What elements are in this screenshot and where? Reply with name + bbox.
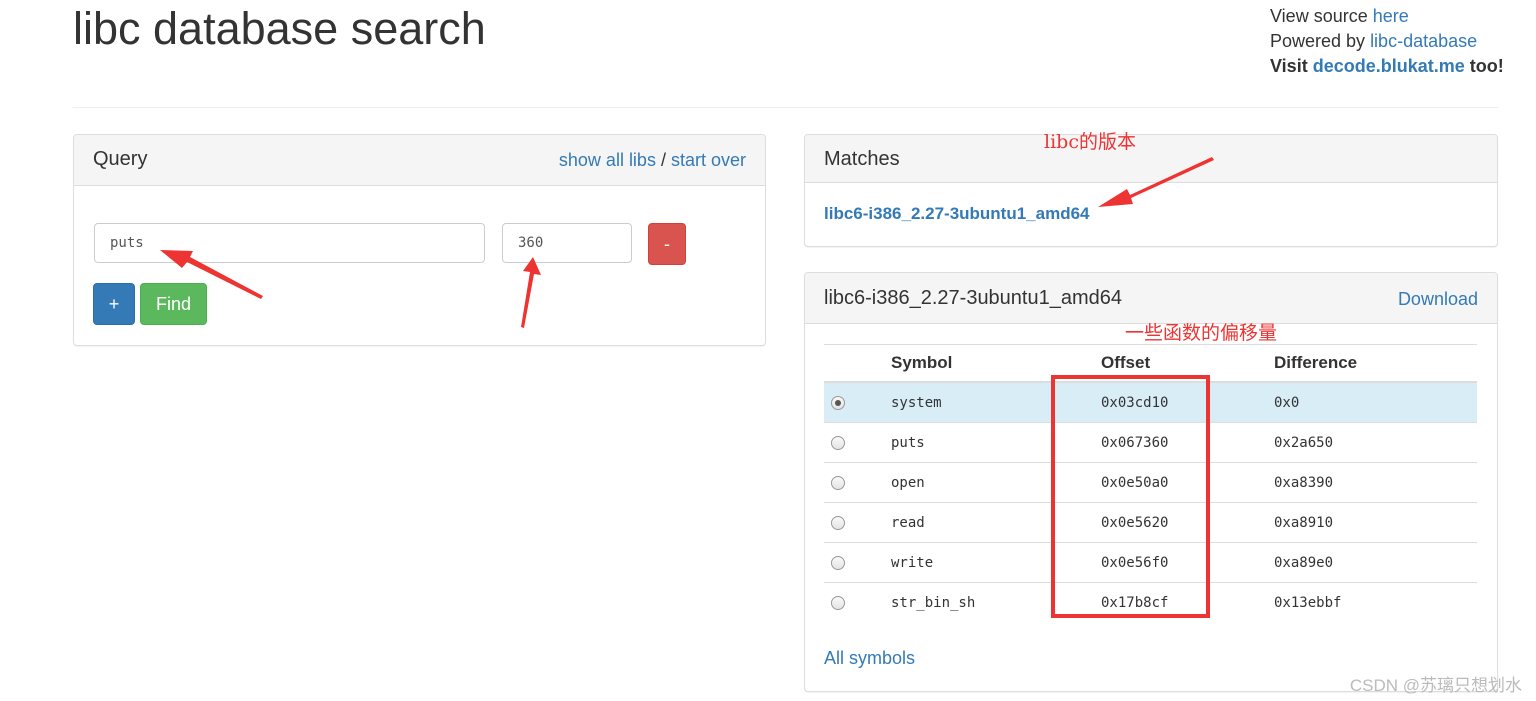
annotation-arrows [160,157,1214,328]
watermark: CSDN @苏璃只想划水 [1349,676,1522,695]
arrow-to-offset-input [521,257,541,328]
arrow-to-symbol-input [160,250,263,299]
arrow-to-match-result [1098,157,1214,207]
